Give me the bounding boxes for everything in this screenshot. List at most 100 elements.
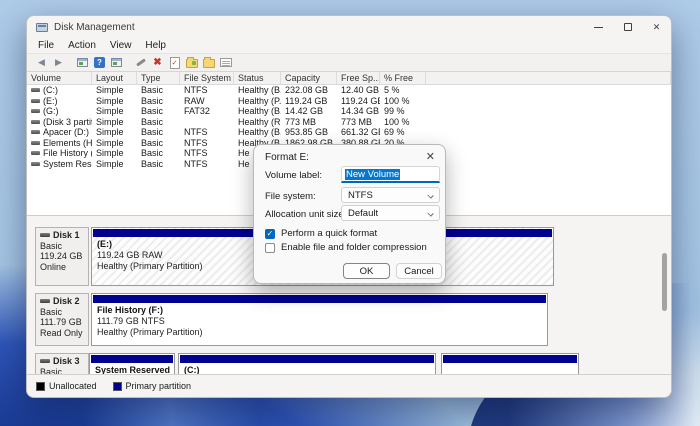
cell-volume: File History (F:) [27,148,92,158]
volume-label-input[interactable]: New Volume [341,166,440,183]
disk-management-icon [36,23,48,32]
column-pct-free[interactable]: % Free [380,72,426,84]
cell-volume: Apacer (D:) [27,127,92,137]
cell-volume: Elements (H:) [27,138,92,148]
maximize-icon [624,23,632,31]
cell-volume: (Disk 3 partition 3) [27,117,92,127]
cell-type: Basic [137,138,180,148]
column-status[interactable]: Status [234,72,281,84]
menu-help[interactable]: Help [138,40,173,51]
disk-status: Read Only [40,328,88,339]
cell-fs: RAW [180,96,234,106]
checkbox-checked-icon: ✓ [265,229,275,239]
cell-layout: Simple [92,106,137,116]
titlebar[interactable]: Disk Management ✕ [27,16,671,38]
primary-partition-bar [443,355,577,363]
cell-volume: (G:) [27,106,92,116]
cell-layout: Simple [92,85,137,95]
volume-row-c[interactable]: (C:) Simple Basic NTFS Healthy (B... 232… [27,85,671,96]
menu-view[interactable]: View [103,40,139,51]
cell-pct: 99 % [380,106,426,116]
cell-layout: Simple [92,117,137,127]
volume-icon [31,141,40,145]
wrench-glyph [136,58,146,66]
help-glyph: ? [94,57,105,68]
new-folder-icon[interactable] [184,55,199,70]
menu-bar: File Action View Help [27,38,671,53]
primary-partition-bar [91,355,173,363]
properties-icon[interactable] [218,55,233,70]
column-layout[interactable]: Layout [92,72,137,84]
disk-icon [40,233,50,237]
back-arrow-icon[interactable]: ◀ [34,55,49,70]
allocation-unit-select[interactable]: Default [341,205,440,221]
cell-type: Basic [137,127,180,137]
cancel-button[interactable]: Cancel [396,263,442,279]
help-icon[interactable]: ? [92,55,107,70]
primary-partition-swatch-icon [113,382,122,391]
ok-button[interactable]: OK [343,263,390,279]
disk-size: 119.24 GB [40,251,88,262]
column-type[interactable]: Type [137,72,180,84]
dialog-close-icon[interactable]: ✕ [426,150,435,163]
format-dialog: Format E: ✕ Volume label: New Volume Fil… [253,144,446,284]
partition-name: File History (F:) [92,305,547,315]
column-capacity[interactable]: Capacity [281,72,337,84]
disk1-label[interactable]: Disk 1 Basic 119.24 GB Online [35,227,89,286]
volume-row-e[interactable]: (E:) Simple Basic RAW Healthy (P... 119.… [27,96,671,107]
minimize-button[interactable] [584,16,613,38]
disk-status: Online [40,262,88,273]
cell-type: Basic [137,159,180,169]
cell-layout: Simple [92,148,137,158]
volume-row-apacer-d[interactable]: Apacer (D:) Simple Basic NTFS Healthy (B… [27,127,671,138]
console-window-icon[interactable] [75,55,90,70]
volume-label-label: Volume label: [265,170,322,181]
allocation-unit-value: Default [348,208,378,219]
check-document-icon[interactable]: ✓ [167,55,182,70]
minimize-icon [594,27,603,28]
maximize-button[interactable] [613,16,642,38]
column-file-system[interactable]: File System [180,72,234,84]
back-glyph: ◀ [38,57,45,68]
cell-capacity: 953.85 GB [281,127,337,137]
cell-status: Healthy (P... [234,96,281,106]
wrench-icon[interactable] [133,55,148,70]
console-tree-icon[interactable] [109,55,124,70]
window-glyph [77,58,88,67]
disk2-label[interactable]: Disk 2 Basic 111.79 GB Read Only [35,293,89,346]
partition-file-history-f[interactable]: File History (F:) 111.79 GB NTFS Healthy… [91,293,548,346]
forward-arrow-icon[interactable]: ▶ [51,55,66,70]
quick-format-checkbox[interactable]: ✓ Perform a quick format [265,228,377,239]
volume-row-disk3-partition3[interactable]: (Disk 3 partition 3) Simple Basic Health… [27,117,671,128]
disk-type: Basic [40,307,88,318]
open-folder-icon[interactable] [201,55,216,70]
column-volume[interactable]: Volume [27,72,92,84]
window-title: Disk Management [54,22,135,33]
volume-icon [31,109,40,113]
file-system-select[interactable]: NTFS [341,187,440,203]
delete-volume-icon[interactable]: ✖ [150,55,165,70]
disk-icon [40,359,50,363]
compression-checkbox[interactable]: Enable file and folder compression [265,242,427,253]
menu-file[interactable]: File [31,40,61,51]
disk-size: 111.79 GB [40,317,88,328]
volume-row-g[interactable]: (G:) Simple Basic FAT32 Healthy (B... 14… [27,106,671,117]
cell-free: 119.24 GB [337,96,380,106]
chevron-down-icon [427,192,433,198]
allocation-unit-label: Allocation unit size: [265,209,346,220]
cell-status: Healthy (B... [234,85,281,95]
checkbox-unchecked-icon [265,243,275,253]
close-button[interactable]: ✕ [642,16,671,38]
legend-label: Unallocated [49,381,97,391]
vertical-scrollbar-thumb[interactable] [662,253,667,311]
unallocated-swatch-icon [36,382,45,391]
cell-layout: Simple [92,159,137,169]
legend-primary-partition: Primary partition [113,381,192,391]
cell-free: 773 MB [337,117,380,127]
cell-capacity: 14.42 GB [281,106,337,116]
menu-action[interactable]: Action [61,40,103,51]
cell-volume: (E:) [27,96,92,106]
cell-volume: (C:) [27,85,92,95]
column-free-space[interactable]: Free Sp... [337,72,380,84]
disk-name: Disk 2 [53,296,80,307]
